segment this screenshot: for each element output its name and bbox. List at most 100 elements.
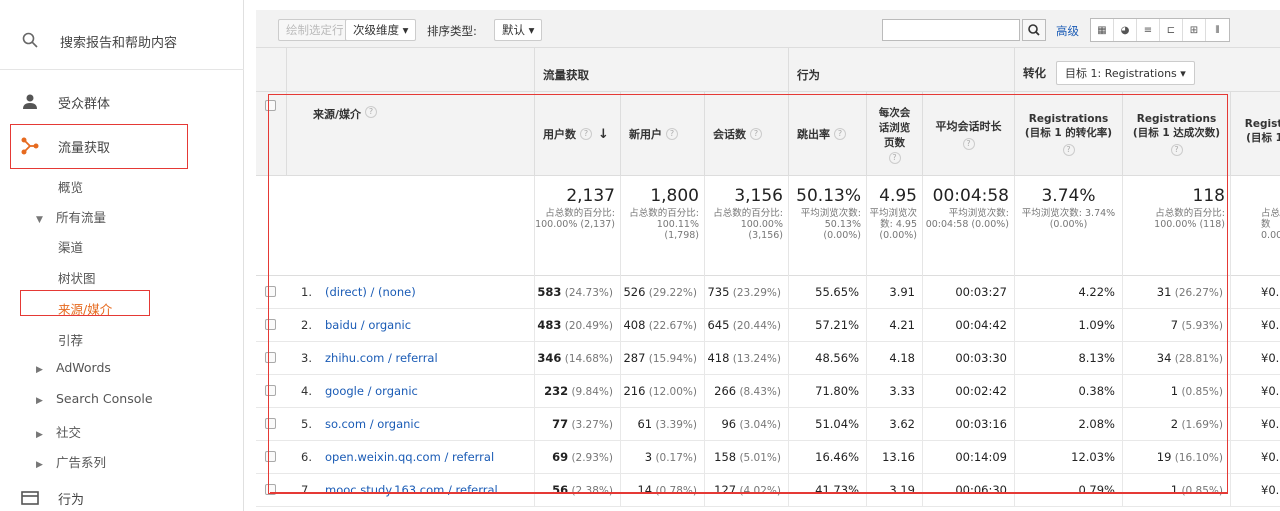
row-index: 3.	[301, 351, 312, 365]
col-conversion-rate[interactable]: Registrations (目标 1 的转化率)?	[1014, 92, 1122, 176]
cell-users: 77 (3.27%)	[534, 408, 620, 441]
col-bounce-rate[interactable]: 跳出率?	[788, 92, 866, 176]
help-icon[interactable]: ?	[750, 128, 762, 140]
help-icon[interactable]: ?	[888, 151, 901, 164]
col-sessions[interactable]: 会话数?	[704, 92, 788, 176]
source-medium-link[interactable]: baidu / organic	[325, 309, 411, 342]
col-goal-completions[interactable]: Registrations (目标 1 达成次数)?	[1122, 92, 1230, 176]
performance-view-icon[interactable]: ≡	[1137, 19, 1160, 41]
nav-treemap[interactable]: 树状图	[58, 268, 96, 287]
sort-type-label: 排序类型:	[427, 24, 477, 38]
row-checkbox[interactable]	[265, 319, 276, 330]
source-medium-link[interactable]: (direct) / (none)	[325, 276, 416, 309]
total-duration: 00:04:58 平均浏览次数: 00:04:58 (0.00%)	[922, 176, 1014, 276]
row-checkbox[interactable]	[265, 352, 276, 363]
row-checkbox[interactable]	[265, 418, 276, 429]
cell-duration: 00:03:16	[922, 408, 1014, 441]
row-checkbox[interactable]	[265, 286, 276, 297]
group-conversion: 转化 目标 1: Registrations ▾	[1014, 48, 1280, 92]
help-icon[interactable]: ?	[1062, 143, 1075, 156]
col-pages-per-session[interactable]: 每次会话浏览页数?	[866, 92, 922, 176]
search-label: 搜索报告和帮助内容	[60, 36, 178, 51]
row-checkbox[interactable]	[265, 385, 276, 396]
nav-overview[interactable]: 概览	[58, 177, 83, 196]
select-all-checkbox[interactable]	[265, 100, 276, 111]
help-icon[interactable]: ?	[666, 128, 678, 140]
nav-behavior[interactable]: 行为	[0, 480, 244, 511]
term-cloud-icon[interactable]: ⊞	[1183, 19, 1206, 41]
source-medium-link[interactable]: google / organic	[325, 375, 418, 408]
col-source-medium[interactable]: 来源/媒介?	[286, 92, 534, 176]
source-medium-link[interactable]: so.com / organic	[325, 408, 420, 441]
col-new-users[interactable]: 新用户?	[620, 92, 704, 176]
source-medium-link[interactable]: mooc.study.163.com / referral	[325, 474, 498, 507]
total-sessions: 3,156 占总数的百分比: 100.00% (3,156)	[704, 176, 788, 276]
comparison-view-icon[interactable]: ⊏	[1160, 19, 1183, 41]
nav-referrals[interactable]: 引荐	[58, 330, 83, 349]
cell-duration: 00:06:30	[922, 474, 1014, 507]
cell-users: 346 (14.68%)	[534, 342, 620, 375]
cell-completions: 1 (0.85%)	[1122, 474, 1230, 507]
cell-value: ¥0.0	[1230, 276, 1280, 309]
cell-conv-rate: 1.09%	[1014, 309, 1122, 342]
cell-completions: 31 (26.27%)	[1122, 276, 1230, 309]
nav-search-console[interactable]: ▶ Search Console	[36, 391, 153, 406]
group-header-row: 流量获取 行为 转化 目标 1: Registrations ▾	[256, 48, 1280, 92]
table-search-button[interactable]	[1022, 19, 1046, 41]
nav-audience[interactable]: 受众群体	[0, 84, 244, 120]
plot-rows-button[interactable]: 绘制选定行	[278, 19, 352, 41]
chevron-right-icon: ▶	[36, 460, 43, 470]
sort-type-select[interactable]: 默认 ▾	[494, 19, 543, 41]
help-icon[interactable]: ?	[1170, 143, 1183, 156]
sidebar-search[interactable]: 搜索报告和帮助内容	[0, 10, 244, 70]
nav-campaigns[interactable]: ▶ 广告系列	[36, 452, 106, 471]
chevron-down-icon: ▼	[36, 215, 43, 225]
col-goal-value[interactable]: Registrations (目标 1 的价值)	[1230, 92, 1280, 176]
help-icon[interactable]: ?	[365, 106, 378, 118]
cell-pages: 3.33	[866, 375, 922, 408]
advanced-link[interactable]: 高级	[1056, 23, 1079, 39]
nav-audience-label: 受众群体	[58, 97, 111, 112]
total-pages: 4.95 平均浏览次数: 4.95 (0.00%)	[866, 176, 922, 276]
cell-bounce-rate: 57.21%	[788, 309, 866, 342]
nav-acquisition[interactable]: 流量获取	[0, 128, 244, 164]
help-icon[interactable]: ?	[962, 138, 975, 150]
pivot-view-icon[interactable]: ⦀	[1206, 19, 1229, 41]
help-icon[interactable]: ?	[580, 128, 592, 140]
cell-bounce-rate: 41.73%	[788, 474, 866, 507]
cell-users: 483 (20.49%)	[534, 309, 620, 342]
cell-pages: 4.18	[866, 342, 922, 375]
nav-all-traffic[interactable]: ▼ 所有流量	[36, 207, 106, 226]
cell-completions: 7 (5.93%)	[1122, 309, 1230, 342]
nav-adwords[interactable]: ▶ AdWords	[36, 360, 111, 375]
behavior-icon	[21, 491, 39, 505]
col-users[interactable]: 用户数? ↓	[534, 92, 620, 176]
cell-sessions: 735 (23.29%)	[704, 276, 788, 309]
nav-social[interactable]: ▶ 社交	[36, 422, 81, 441]
nav-source-medium[interactable]: 来源/媒介	[58, 299, 112, 318]
total-bounce-rate: 50.13% 平均浏览次数: 50.13% (0.00%)	[788, 176, 866, 276]
row-checkbox[interactable]	[265, 451, 276, 462]
report-main: 绘制选定行 次级维度 ▾ 排序类型: 默认 ▾ 高级 ▦ ◕ ≡ ⊏ ⊞ ⦀ 流…	[256, 0, 1280, 511]
col-avg-session-duration[interactable]: 平均会话时长?	[922, 92, 1014, 176]
cell-pages: 13.16	[866, 441, 922, 474]
cell-completions: 1 (0.85%)	[1122, 375, 1230, 408]
nav-channels[interactable]: 渠道	[58, 237, 83, 256]
conversion-goal-select[interactable]: 目标 1: Registrations ▾	[1056, 61, 1195, 85]
cell-users: 232 (9.84%)	[534, 375, 620, 408]
table-search-input[interactable]	[882, 19, 1020, 41]
pie-view-icon[interactable]: ◕	[1114, 19, 1137, 41]
secondary-dimension-button[interactable]: 次级维度 ▾	[345, 19, 417, 41]
table-view-icon[interactable]: ▦	[1091, 19, 1114, 41]
source-medium-link[interactable]: open.weixin.qq.com / referral	[325, 441, 494, 474]
help-icon[interactable]: ?	[834, 128, 846, 140]
source-medium-link[interactable]: zhihu.com / referral	[325, 342, 438, 375]
cell-users: 56 (2.38%)	[534, 474, 620, 507]
row-checkbox[interactable]	[265, 484, 276, 495]
chevron-right-icon: ▶	[36, 396, 43, 406]
cell-sessions: 418 (13.24%)	[704, 342, 788, 375]
cell-bounce-rate: 55.65%	[788, 276, 866, 309]
cell-users: 583 (24.73%)	[534, 276, 620, 309]
table-row: 3. zhihu.com / referral 346 (14.68%) 287 (1…	[256, 342, 1280, 375]
table-row: 7. mooc.study.163.com / referral 56 (2.38%…	[256, 474, 1280, 507]
